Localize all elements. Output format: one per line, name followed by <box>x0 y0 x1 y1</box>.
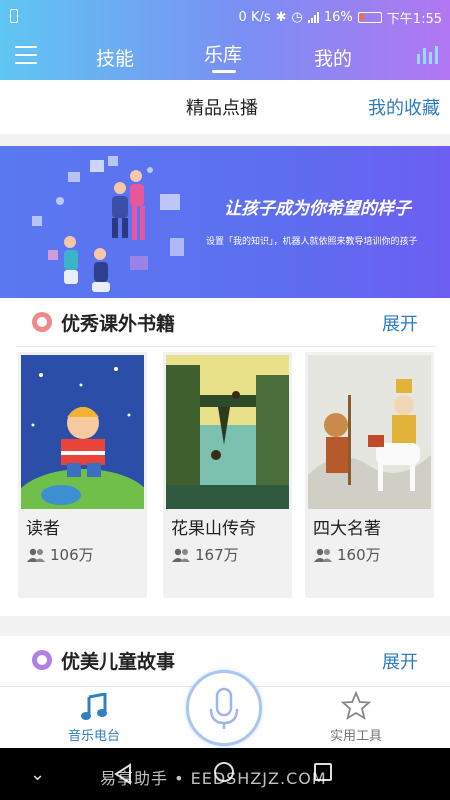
book-card-huaguoshan[interactable]: 花果山传奇 167万 <box>163 352 292 598</box>
section-header: 优秀课外书籍 展开 <box>0 298 450 346</box>
book-cover <box>21 355 144 509</box>
play-count: 167万 <box>171 544 239 565</box>
watermark: 易享助手 • EEDSHZJZ.COM <box>100 769 327 788</box>
battery-icon <box>357 12 382 23</box>
music-note-icon <box>81 693 107 720</box>
tab-mine[interactable]: 我的 <box>314 44 352 71</box>
equalizer-icon[interactable] <box>417 46 438 64</box>
status-right: 0 K/s ✱ ◷ 16% 下午1:55 <box>239 8 442 27</box>
banner-illustration <box>32 156 184 292</box>
clock: 下午1:55 <box>386 12 442 27</box>
people-icon <box>314 548 332 562</box>
expand-link[interactable]: 展开 <box>382 310 418 336</box>
banner-title: 让孩子成为你希望的样子 <box>224 199 411 219</box>
app-header: 0 K/s ✱ ◷ 16% 下午1:55 技能 乐库 我的 <box>0 0 450 80</box>
chevron-down-icon[interactable]: ⌄ <box>30 764 45 785</box>
top-tabs: 技能 乐库 我的 <box>0 32 450 80</box>
active-tab-indicator <box>212 70 236 73</box>
play-count: 160万 <box>313 544 381 565</box>
status-bar: 0 K/s ✱ ◷ 16% 下午1:55 <box>0 0 450 32</box>
book-list: 读者 106万 花果山传奇 167万 四大名著 160万 <box>18 352 438 602</box>
expand-link[interactable]: 展开 <box>382 648 418 674</box>
book-cover <box>308 355 431 509</box>
book-card-reader[interactable]: 读者 106万 <box>18 352 147 598</box>
menu-icon[interactable] <box>15 46 37 64</box>
section-dot-icon <box>32 650 52 670</box>
people-icon <box>27 548 45 562</box>
section-title: 优美儿童故事 <box>61 651 176 673</box>
network-speed: 0 K/s <box>238 10 271 25</box>
battery-percent: 16% <box>323 10 353 25</box>
sim-icon <box>10 9 18 23</box>
my-favorites-link[interactable]: 我的收藏 <box>368 94 440 120</box>
star-icon <box>341 691 371 720</box>
play-count-value: 167万 <box>195 546 239 564</box>
tab-skills[interactable]: 技能 <box>96 44 134 71</box>
nav-label: 实用工具 <box>329 729 382 744</box>
book-title: 花果山传奇 <box>171 519 256 539</box>
page-title: 精品点播 <box>186 98 258 119</box>
play-count-value: 106万 <box>50 546 94 564</box>
system-nav-bar: ⌄ 易享助手 • EEDSHZJZ.COM <box>0 748 450 800</box>
section-extracurricular-books: 优秀课外书籍 展开 读者 106万 花果山传奇 167万 四大名著 160万 <box>0 298 450 616</box>
alarm-icon: ◷ <box>291 10 303 25</box>
nav-music-radio[interactable]: 音乐电台 <box>34 687 154 749</box>
banner-subtitle: 设置「我的知识」，机器人就依照来教导培训你的孩子 <box>206 237 418 247</box>
nav-label: 音乐电台 <box>67 729 120 744</box>
bluetooth-icon: ✱ <box>275 10 287 25</box>
people-icon <box>172 548 190 562</box>
book-card-four-classics[interactable]: 四大名著 160万 <box>305 352 434 598</box>
microphone-icon <box>209 687 239 729</box>
signal-icon <box>307 12 319 23</box>
voice-button[interactable] <box>186 670 262 746</box>
nav-tools[interactable]: 实用工具 <box>296 687 416 749</box>
play-count: 106万 <box>26 544 94 565</box>
section-title: 优秀课外书籍 <box>61 313 176 335</box>
book-title: 四大名著 <box>313 519 381 539</box>
book-cover <box>166 355 289 509</box>
tab-music-library[interactable]: 乐库 <box>204 40 242 67</box>
book-title: 读者 <box>26 519 60 539</box>
promo-banner[interactable]: 让孩子成为你希望的样子 设置「我的知识」，机器人就依照来教导培训你的孩子 <box>0 146 450 298</box>
divider <box>16 346 436 347</box>
play-count-value: 160万 <box>337 546 381 564</box>
section-dot-icon <box>32 312 52 332</box>
sub-header: 精品点播 我的收藏 <box>0 80 450 134</box>
